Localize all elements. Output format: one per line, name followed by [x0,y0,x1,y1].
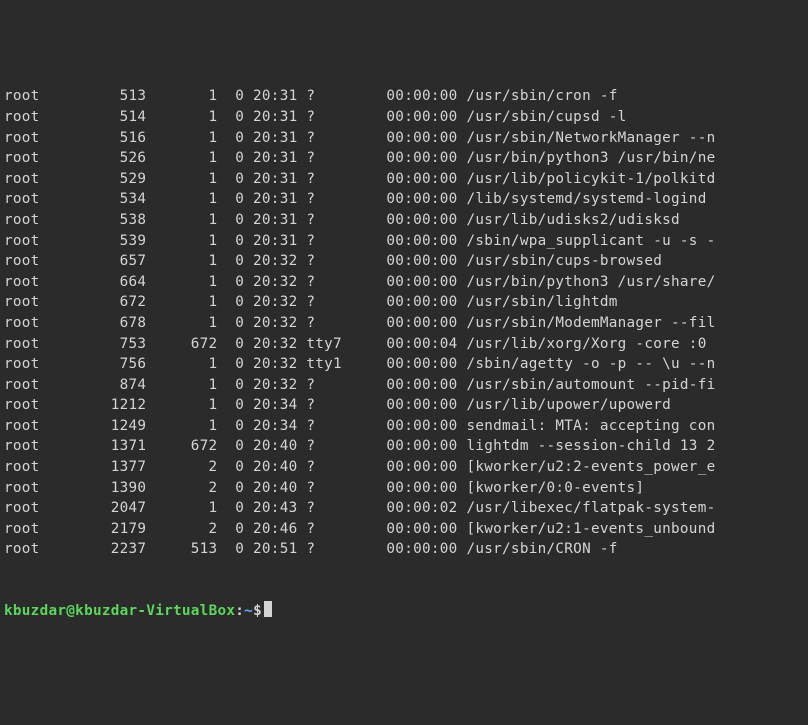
process-row: root 2179 2 0 20:46 ? 00:00:00 [kworker/… [4,519,808,540]
process-row: root 874 1 0 20:32 ? 00:00:00 /usr/sbin/… [4,375,808,396]
process-row: root 534 1 0 20:31 ? 00:00:00 /lib/syste… [4,189,808,210]
process-row: root 1371 672 0 20:40 ? 00:00:00 lightdm… [4,436,808,457]
process-row: root 538 1 0 20:31 ? 00:00:00 /usr/lib/u… [4,210,808,231]
shell-prompt[interactable]: kbuzdar@kbuzdar-VirtualBox:~$ [4,601,808,622]
process-row: root 753 672 0 20:32 tty7 00:00:04 /usr/… [4,334,808,355]
process-row: root 2237 513 0 20:51 ? 00:00:00 /usr/sb… [4,539,808,560]
process-row: root 664 1 0 20:32 ? 00:00:00 /usr/bin/p… [4,272,808,293]
prompt-at-icon: @ [66,603,75,619]
prompt-host: kbuzdar-VirtualBox [75,603,235,619]
process-row: root 526 1 0 20:31 ? 00:00:00 /usr/bin/p… [4,148,808,169]
prompt-path: ~ [244,603,253,619]
process-row: root 657 1 0 20:32 ? 00:00:00 /usr/sbin/… [4,251,808,272]
prompt-user: kbuzdar [4,603,66,619]
process-row: root 529 1 0 20:31 ? 00:00:00 /usr/lib/p… [4,169,808,190]
process-list: root 513 1 0 20:31 ? 00:00:00 /usr/sbin/… [4,86,808,560]
process-row: root 1377 2 0 20:40 ? 00:00:00 [kworker/… [4,457,808,478]
prompt-end: $ [253,603,262,619]
process-row: root 672 1 0 20:32 ? 00:00:00 /usr/sbin/… [4,292,808,313]
process-row: root 513 1 0 20:31 ? 00:00:00 /usr/sbin/… [4,86,808,107]
process-row: root 678 1 0 20:32 ? 00:00:00 /usr/sbin/… [4,313,808,334]
process-row: root 756 1 0 20:32 tty1 00:00:00 /sbin/a… [4,354,808,375]
process-row: root 516 1 0 20:31 ? 00:00:00 /usr/sbin/… [4,128,808,149]
prompt-colon: : [235,603,244,619]
process-row: root 1249 1 0 20:34 ? 00:00:00 sendmail:… [4,416,808,437]
process-row: root 2047 1 0 20:43 ? 00:00:02 /usr/libe… [4,498,808,519]
process-row: root 1212 1 0 20:34 ? 00:00:00 /usr/lib/… [4,395,808,416]
process-row: root 539 1 0 20:31 ? 00:00:00 /sbin/wpa_… [4,231,808,252]
process-row: root 514 1 0 20:31 ? 00:00:00 /usr/sbin/… [4,107,808,128]
process-row: root 1390 2 0 20:40 ? 00:00:00 [kworker/… [4,478,808,499]
cursor-icon [264,601,272,617]
